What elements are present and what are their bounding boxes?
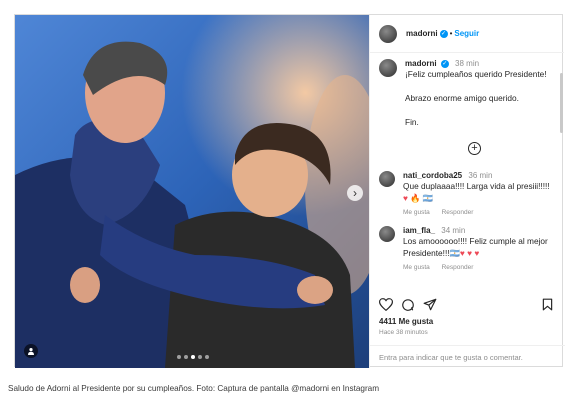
- comment-text: Los amoooooo!!!! Feliz cumple al mejor P…: [403, 235, 553, 259]
- slide-dot: [198, 355, 202, 359]
- post-header: madorni ✓ • Seguir: [370, 15, 564, 53]
- comment-item: nati_cordoba25 36 min Que duplaaaa!!!! L…: [379, 171, 561, 216]
- chevron-right-icon: ›: [353, 186, 357, 200]
- comment-actions: Me gusta Responder: [403, 264, 553, 271]
- header-username[interactable]: madorni: [406, 29, 438, 38]
- plus-icon: +: [471, 142, 478, 154]
- comments-list[interactable]: madorni ✓ 38 min ¡Feliz cumpleaños queri…: [370, 53, 561, 293]
- avatar[interactable]: [379, 24, 397, 43]
- likes-count[interactable]: 4411 Me gusta: [379, 317, 433, 326]
- verified-badge-icon: ✓: [440, 59, 449, 68]
- comment-time: 38 min: [455, 59, 480, 68]
- slide-dot: [177, 355, 181, 359]
- comment-reply-link[interactable]: Responder: [442, 209, 474, 216]
- comment-username[interactable]: nati_cordoba25: [403, 171, 462, 180]
- comment-time: 34 min: [441, 226, 466, 235]
- separator-dot: •: [449, 29, 453, 38]
- caption-line: Abrazo enorme amigo querido.: [405, 93, 519, 103]
- post-photo[interactable]: ›: [15, 15, 369, 368]
- bookmark-icon[interactable]: [542, 298, 553, 311]
- comment-time: 36 min: [468, 171, 493, 180]
- slide-dot: [184, 355, 188, 359]
- heart-icon[interactable]: [379, 298, 393, 311]
- follow-button[interactable]: Seguir: [454, 29, 479, 38]
- tag-user-icon[interactable]: [24, 344, 38, 358]
- slide-dot: [205, 355, 209, 359]
- avatar[interactable]: [379, 171, 395, 187]
- caption-line: ¡Feliz cumpleaños querido Presidente!: [405, 69, 547, 79]
- comment-reply-link[interactable]: Responder: [442, 264, 474, 271]
- comments-scrollbar[interactable]: [560, 73, 563, 133]
- next-slide-button[interactable]: ›: [347, 185, 363, 201]
- post-timestamp: Hace 38 minutos: [379, 329, 428, 336]
- comment-emoji: ♥ 🔥 🇦🇷: [403, 193, 434, 203]
- post-sidebar: madorni ✓ • Seguir madorni ✓ 38 min ¡Fel…: [369, 15, 565, 368]
- comment-icon[interactable]: [401, 298, 415, 312]
- photo-illustration: [15, 15, 369, 368]
- comment-text-content: Que duplaaaa!!!! Larga vida al presiii!!…: [403, 181, 550, 191]
- comment-actions: Me gusta Responder: [403, 209, 553, 216]
- login-to-comment-prompt[interactable]: Entra para indicar que te gusta o coment…: [370, 345, 565, 368]
- verified-badge-icon: ✓: [439, 29, 448, 38]
- comment-text: Que duplaaaa!!!! Larga vida al presiii!!…: [403, 180, 553, 204]
- comment-like-link[interactable]: Me gusta: [403, 264, 430, 271]
- comment-emoji: 🇦🇷♥ ♥ ♥: [449, 248, 480, 258]
- comment-like-link[interactable]: Me gusta: [403, 209, 430, 216]
- slide-dot-active: [191, 355, 195, 359]
- caption-line: Fin.: [405, 117, 419, 127]
- avatar[interactable]: [379, 59, 397, 77]
- photo-caption: Saludo de Adorni al Presidente por su cu…: [8, 384, 380, 393]
- slide-indicator: [177, 355, 209, 359]
- caption-comment: madorni ✓ 38 min ¡Feliz cumpleaños queri…: [379, 59, 561, 128]
- comment-username[interactable]: iam_fla_: [403, 226, 435, 235]
- instagram-post-embed: › madorni ✓ • Seguir madorni ✓ 38 min ¡F…: [14, 14, 565, 368]
- load-more-comments-button[interactable]: +: [468, 142, 481, 155]
- comment-item: iam_fla_ 34 min Los amoooooo!!!! Feliz c…: [379, 226, 561, 271]
- action-bar: [379, 298, 554, 312]
- comment-username[interactable]: madorni: [405, 59, 437, 68]
- share-icon[interactable]: [423, 298, 437, 311]
- avatar[interactable]: [379, 226, 395, 242]
